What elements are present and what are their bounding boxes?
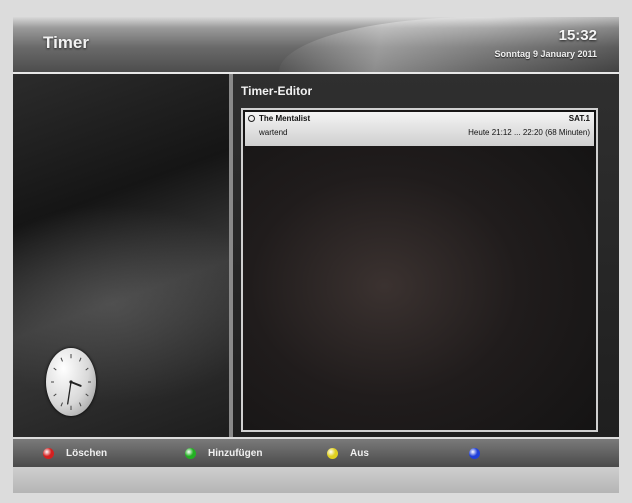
header-bar: Timer 15:32 Sonntag 9 January 2011 — [13, 17, 619, 74]
clock-face — [51, 354, 91, 410]
clock-date: Sonntag 9 January 2011 — [494, 49, 597, 59]
timer-list-item[interactable]: The Mentalist SAT.1 wartend Heute 21:12 … — [245, 112, 594, 146]
timer-channel: SAT.1 — [568, 114, 590, 123]
tv-screen: Timer 15:32 Sonntag 9 January 2011 Timer… — [0, 0, 632, 503]
red-button-icon — [43, 447, 54, 459]
timer-clock-icon — [248, 115, 255, 122]
clock-tick — [79, 357, 82, 362]
editor-title: Timer-Editor — [241, 84, 313, 98]
page-title: Timer — [43, 33, 89, 52]
yellow-key-button[interactable]: Aus — [327, 446, 369, 460]
yellow-key-label: Aus — [350, 447, 369, 459]
clock-tick — [85, 393, 89, 397]
clock-tick — [53, 367, 57, 371]
clock-time: 15:32 — [558, 27, 597, 44]
clock-tick — [85, 367, 89, 371]
color-key-bar: Löschen Hinzufügen Aus — [13, 439, 619, 467]
green-button-icon — [185, 447, 196, 459]
green-key-button[interactable]: Hinzufügen — [185, 446, 262, 460]
red-key-label: Löschen — [66, 447, 108, 459]
analog-clock-icon — [46, 348, 96, 416]
timer-event-name: The Mentalist — [259, 114, 311, 123]
green-key-label: Hinzufügen — [208, 447, 263, 459]
clock-tick — [79, 402, 82, 407]
bottom-strip — [13, 467, 619, 493]
clock-tick — [53, 393, 57, 397]
red-key-button[interactable]: Löschen — [43, 446, 107, 460]
timer-time-range: Heute 21:12 ... 22:20 (68 Minuten) — [468, 128, 590, 137]
clock-tick — [60, 357, 63, 362]
header-swoosh — [279, 17, 619, 72]
main-area: Timer-Editor The Mentalist SAT.1 wartend… — [13, 74, 619, 437]
blue-key-button[interactable] — [469, 446, 492, 460]
timer-status: wartend — [259, 128, 288, 137]
yellow-button-icon — [327, 447, 338, 459]
timer-editor-panel: Timer-Editor The Mentalist SAT.1 wartend… — [233, 74, 619, 437]
clock-tick — [60, 402, 63, 407]
clock-minute-hand — [67, 381, 72, 405]
blue-button-icon — [469, 447, 480, 459]
timer-list[interactable]: The Mentalist SAT.1 wartend Heute 21:12 … — [241, 108, 598, 432]
